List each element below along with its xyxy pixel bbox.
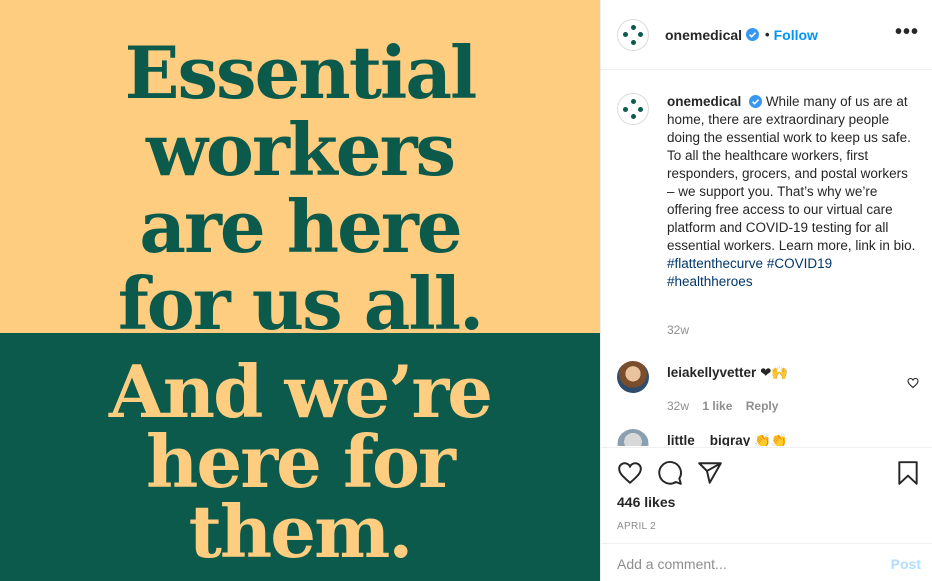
headline-line: for us all.	[117, 261, 484, 346]
caption-username[interactable]: onemedical	[667, 94, 741, 109]
verified-badge-icon	[746, 28, 760, 41]
headline-line: are here	[139, 184, 462, 269]
bookmark-icon[interactable]	[895, 460, 921, 486]
headline-line: workers	[145, 107, 456, 192]
likes-count[interactable]: 446 likes	[617, 494, 675, 510]
headline-line: And we’re	[108, 349, 493, 434]
comment-likes[interactable]: 1 like	[702, 399, 732, 413]
avatar[interactable]	[617, 361, 649, 393]
image-headline-bottom: And we’re here for them.	[0, 349, 600, 574]
reply-button[interactable]: Reply	[746, 399, 779, 413]
comment-body: leiakellyvetter ❤🙌	[667, 365, 788, 381]
post-comment-button[interactable]: Post	[891, 556, 921, 572]
verified-badge-icon	[749, 95, 763, 108]
share-icon[interactable]	[697, 460, 723, 486]
comment-text: 👏👏	[754, 433, 788, 446]
headline-line: Essential	[124, 30, 478, 115]
heart-icon[interactable]	[907, 445, 919, 446]
caption-timestamp[interactable]: 32w	[667, 323, 689, 337]
caption-text: onemedical While many of us are at home,…	[667, 93, 917, 291]
comment-icon[interactable]	[657, 460, 683, 486]
image-headline-top: Essential workers are here for us all.	[0, 34, 600, 342]
post-date[interactable]: APRIL 2	[617, 521, 656, 532]
caption: onemedical While many of us are at home,…	[617, 93, 917, 291]
follow-button[interactable]: Follow	[774, 27, 818, 43]
more-horizontal-icon[interactable]: •••	[895, 22, 919, 42]
avatar[interactable]	[617, 93, 649, 125]
post-header: onemedical • Follow •••	[601, 0, 932, 70]
avatar[interactable]	[617, 429, 649, 446]
headline-line: them.	[188, 489, 414, 574]
hashtag-link[interactable]: #healthheroes	[667, 274, 753, 289]
heart-icon[interactable]	[907, 377, 919, 389]
post-image[interactable]: Essential workers are here for us all. A…	[0, 0, 600, 581]
caption-body: While many of us are at home, there are …	[667, 94, 916, 253]
headline-line: here for	[146, 419, 456, 504]
comment-input[interactable]	[617, 554, 867, 574]
instagram-post: Essential workers are here for us all. A…	[0, 0, 932, 581]
separator-dot: •	[765, 27, 770, 42]
post-side-panel: onemedical • Follow ••• onemedical While…	[600, 0, 932, 581]
add-comment-bar: Post	[601, 543, 932, 581]
comment-body: little__bigray 👏👏	[667, 433, 788, 446]
hashtag-link[interactable]: #COVID19	[767, 256, 832, 271]
post-actions: 446 likes APRIL 2	[601, 447, 932, 543]
comment-text: ❤🙌	[760, 365, 789, 381]
username-link[interactable]: onemedical	[665, 27, 742, 43]
comments-list[interactable]: onemedical While many of us are at home,…	[601, 71, 932, 446]
comment-username[interactable]: leiakellyvetter	[667, 365, 756, 380]
hashtag-link[interactable]: #flattenthecurve	[667, 256, 763, 271]
comment-username[interactable]: little__bigray	[667, 433, 750, 446]
comment-meta: 32w 1 like Reply	[667, 399, 788, 413]
avatar[interactable]	[617, 18, 649, 51]
comment-time[interactable]: 32w	[667, 399, 689, 413]
heart-icon[interactable]	[617, 460, 643, 486]
